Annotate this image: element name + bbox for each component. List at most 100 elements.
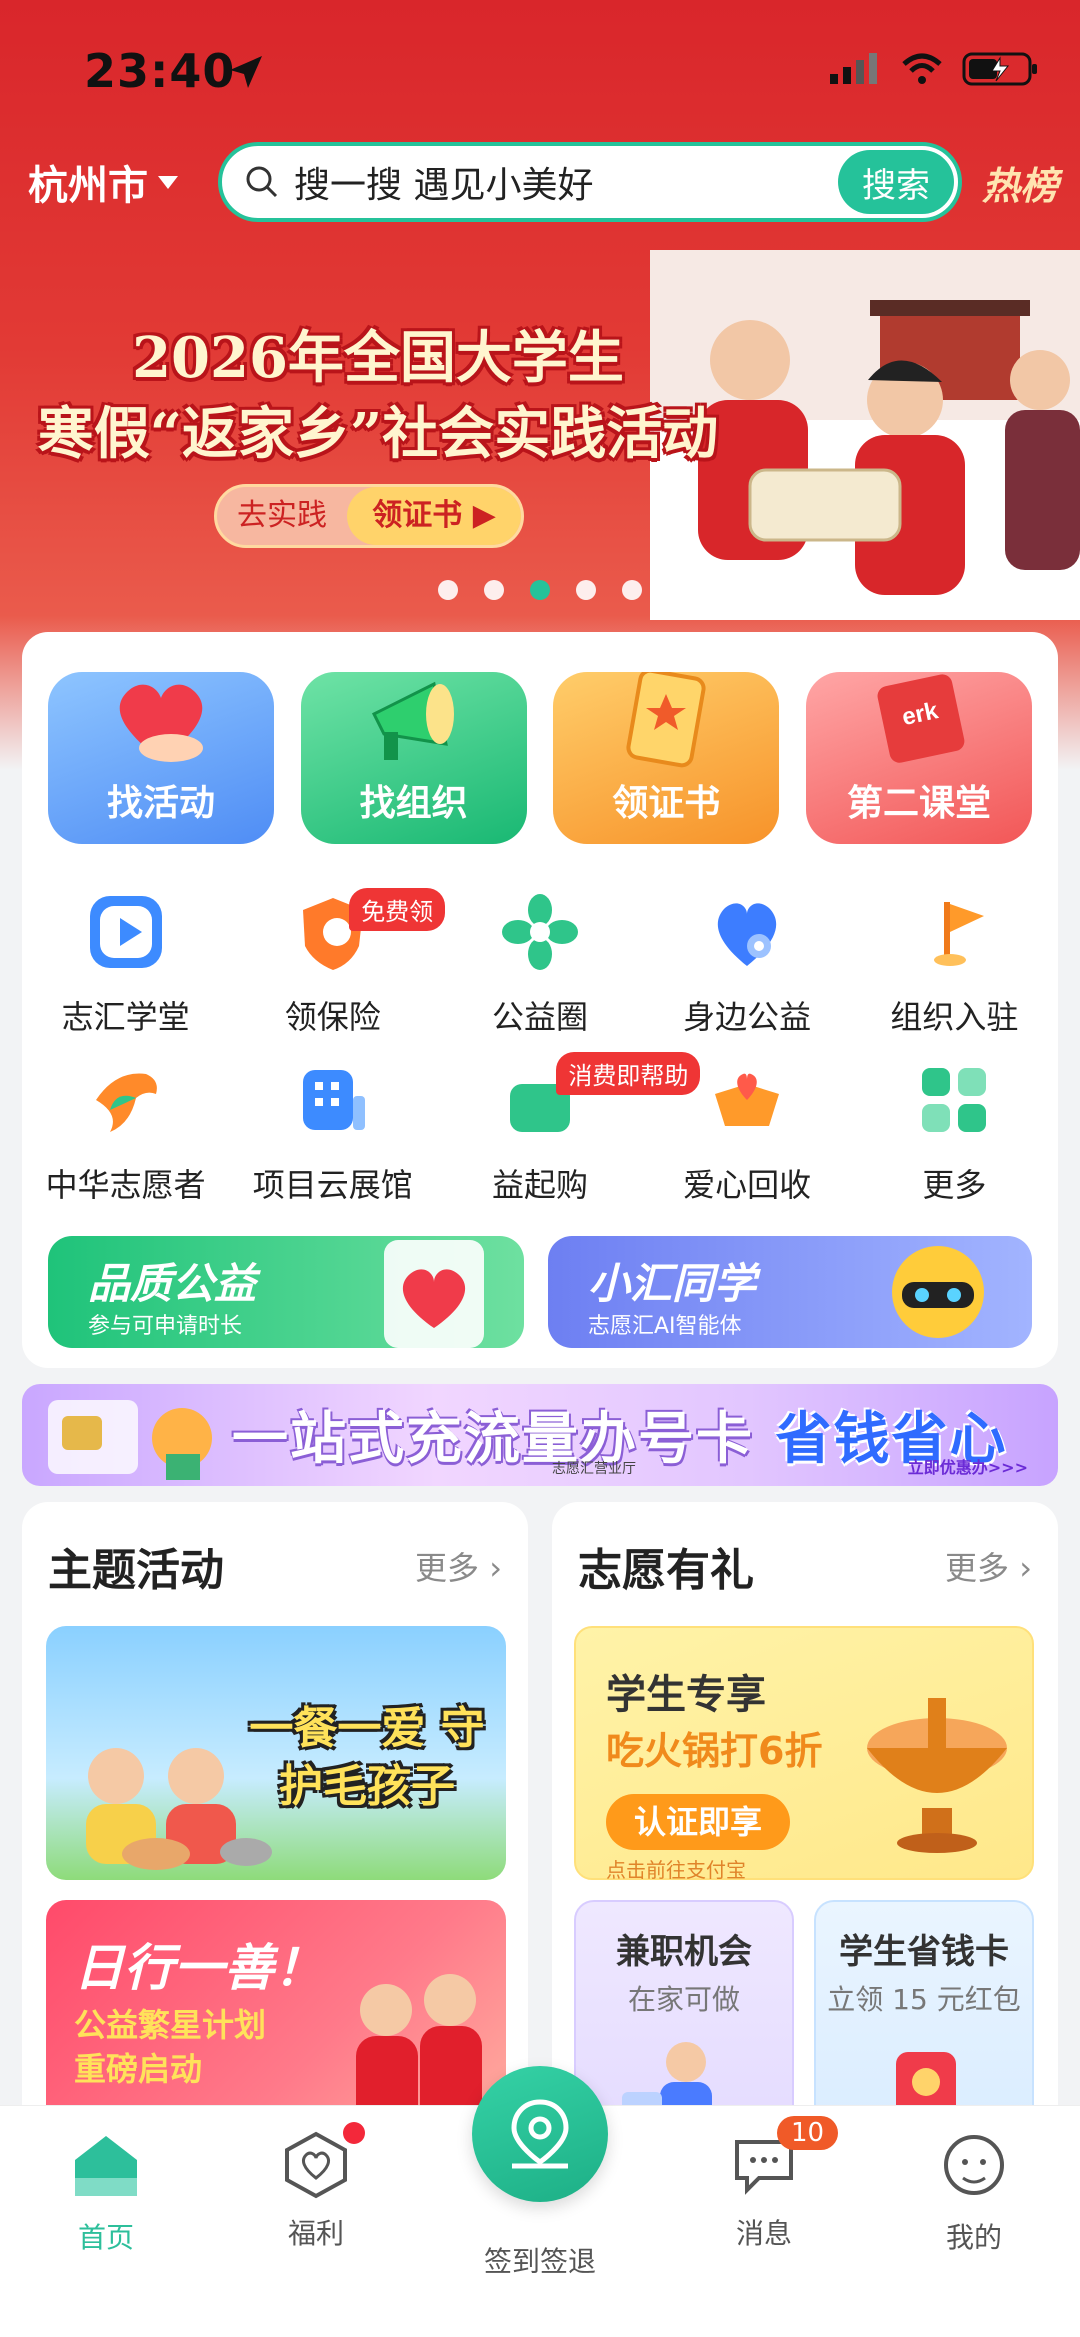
promo-subtitle: 参与可申请时长 — [88, 1314, 243, 1339]
grid-item-recycle[interactable]: 爱心回收 — [644, 1060, 851, 1206]
more-link[interactable]: 更多 › — [945, 1543, 1032, 1589]
grid-item-project-gallery[interactable]: 项目云展馆 — [229, 1060, 436, 1206]
recycle-box-icon — [715, 1073, 780, 1126]
grid-item-label: 领保险 — [284, 998, 381, 1036]
bottom-tab-bar: 首页 福利 签到签退 10 消息 我的 — [0, 2066, 1080, 2337]
tab-label: 福利 — [287, 2217, 344, 2250]
check-in-label: 签到签退 — [483, 2245, 596, 2278]
home-icon — [75, 2136, 137, 2196]
status-icons — [828, 50, 1040, 88]
themed-activities-section: 主题活动 更多 › 一餐一爱 守护毛孩子 日行一善！ 公益繁星计划 重磅启动 — [22, 1502, 528, 2142]
banner-dot[interactable] — [438, 580, 458, 600]
search-placeholder: 搜一搜 遇见小美好 — [294, 165, 594, 206]
grid-item-insurance[interactable]: 免费领 领保险 — [229, 888, 446, 1038]
tile-label: 第二课堂 — [846, 783, 991, 824]
status-time: 23:40 — [84, 44, 236, 98]
free-badge: 免费领 — [349, 888, 446, 931]
promo-subtitle: 志愿汇AI智能体 — [588, 1314, 742, 1339]
ai-mascot-icon — [892, 1246, 984, 1338]
top-bar: 杭州市 搜一搜 遇见小美好 搜索 热榜 — [28, 140, 1058, 224]
grid-item-charity-circle[interactable]: 公益圈 — [436, 892, 643, 1038]
sim-card-icon — [48, 1400, 212, 1480]
building-icon — [302, 1070, 365, 1130]
tile-second-classroom[interactable]: erk 第二课堂 — [805, 672, 1032, 844]
section-title: 主题活动 — [48, 1545, 224, 1596]
banner-cta-certificate-label: 领证书 — [372, 498, 463, 533]
more-link[interactable]: 更多 › — [415, 1543, 502, 1589]
hot-list-link[interactable]: 热榜 — [982, 155, 1058, 210]
quality-charity-card[interactable]: 品质公益 参与可申请时长 — [48, 1236, 524, 1348]
section-header: 志愿有礼 更多 › — [578, 1534, 1032, 1598]
ad-org: 志愿汇营业厅 — [552, 1461, 636, 1477]
wifi-icon — [902, 53, 942, 84]
grid-item-nearby-charity[interactable]: 身边公益 — [644, 892, 851, 1038]
heart-mascot-icon — [384, 1240, 484, 1348]
banner-dot-active[interactable] — [530, 580, 550, 600]
heart-shield-icon — [285, 2131, 347, 2199]
search-button[interactable]: 搜索 — [837, 150, 954, 214]
ai-assistant-card[interactable]: 小汇同学 志愿汇AI智能体 — [548, 1236, 1032, 1348]
grid-item-org-join[interactable]: 组织入驻 — [851, 892, 1058, 1038]
banner-cta-certificate[interactable]: 领证书 ▶ — [347, 487, 521, 545]
grid-item-label: 身边公益 — [683, 998, 812, 1036]
unread-count-badge: 10 — [777, 2116, 839, 2150]
volunteer-gifts-section: 志愿有礼 更多 › 学生专享 吃火锅打6折 认证即享 点击前往支付宝 兼职机会 … — [552, 1502, 1058, 2142]
daily-good-title: 日行一善！ — [74, 1939, 324, 1997]
daily-good-line3: 重磅启动 — [74, 2050, 203, 2088]
banner-cta[interactable]: 去实践 领证书 ▶ — [214, 484, 524, 548]
ad-banner-sim-card[interactable]: 一站式充流量办号卡 省钱省心 志愿汇营业厅 立即优惠办>>> — [22, 1384, 1058, 1486]
ad-text-main: 一站式充流量办号卡 — [232, 1407, 776, 1472]
tab-welfare[interactable]: 福利 — [236, 2122, 396, 2252]
grid-item-label: 爱心回收 — [683, 1166, 812, 1204]
play-icon — [89, 896, 162, 968]
grid-item-label: 中华志愿者 — [45, 1166, 206, 1204]
section-title: 志愿有礼 — [578, 1545, 754, 1596]
verify-button[interactable]: 认证即享 — [606, 1794, 790, 1850]
grid-item-label: 组织入驻 — [890, 998, 1019, 1036]
promo-title: 品质公益 — [88, 1259, 257, 1308]
activity-card-pet[interactable]: 一餐一爱 守护毛孩子 — [46, 1626, 506, 1880]
student-hotpot-card[interactable]: 学生专享 吃火锅打6折 认证即享 点击前往支付宝 — [574, 1626, 1034, 1882]
grid-item-label: 公益圈 — [491, 998, 588, 1036]
banner-title-line2: 寒假“返家乡”社会实践活动 — [37, 401, 719, 467]
grid-item-label: 益起购 — [491, 1166, 588, 1204]
grid-item-academy[interactable]: 志汇学堂 — [22, 892, 229, 1038]
grid-item-china-volunteer[interactable]: 中华志愿者 — [22, 1060, 229, 1206]
check-in-button[interactable] — [472, 2066, 608, 2202]
tab-label: 消息 — [735, 2217, 792, 2250]
heart-hand-icon — [119, 684, 203, 762]
banner-cta-practice[interactable]: 去实践 — [217, 487, 347, 545]
tab-label: 首页 — [77, 2221, 134, 2254]
flag-icon — [934, 902, 985, 966]
tab-home[interactable]: 首页 — [26, 2130, 186, 2256]
pet-card-title: 一餐一爱 守护毛孩子 — [249, 1703, 485, 1812]
grid-item-more[interactable]: 更多 — [851, 1060, 1058, 1206]
tile-find-organization[interactable]: 找组织 — [300, 672, 527, 844]
section-header: 主题活动 更多 › — [48, 1534, 502, 1598]
savings-title: 学生省钱卡 — [839, 1932, 1009, 1972]
book-icon: erk — [877, 674, 965, 763]
notification-dot — [343, 2122, 365, 2144]
city-selector[interactable]: 杭州市 — [28, 153, 218, 211]
tab-mine[interactable]: 我的 — [894, 2130, 1054, 2256]
savings-subtitle: 立领 15 元红包 — [827, 1983, 1021, 2016]
more-label: 更多 — [945, 1549, 1010, 1587]
certificate-icon — [626, 672, 706, 768]
ad-more-link[interactable]: 立即优惠办>>> — [908, 1454, 1028, 1478]
search-input[interactable]: 搜一搜 遇见小美好 搜索 — [218, 142, 962, 222]
megaphone-icon — [371, 681, 454, 760]
service-grid-row-2: 中华志愿者 项目云展馆 消费即帮助 益起购 爱心回收 更多 — [22, 1052, 1058, 1206]
banner-dot[interactable] — [484, 580, 504, 600]
location-pin-icon — [511, 2099, 569, 2169]
hero-banner[interactable]: 2026年全国大学生 寒假“返家乡”社会实践活动 去实践 领证书 ▶ — [0, 250, 1080, 620]
banner-dot[interactable] — [576, 580, 596, 600]
banner-dot[interactable] — [622, 580, 642, 600]
grid-item-shopping[interactable]: 消费即帮助 益起购 — [436, 1052, 701, 1206]
tile-get-certificate[interactable]: 领证书 — [553, 672, 780, 844]
grid-item-label: 志汇学堂 — [61, 998, 190, 1036]
hotpot-icon — [867, 1698, 1007, 1853]
services-card: 找活动 找组织 领证书 erk 第二课堂 志汇学堂 免费领 领保险 公益圈 身边… — [22, 632, 1058, 1368]
service-grid-row-1: 志汇学堂 免费领 领保险 公益圈 身边公益 组织入驻 — [22, 888, 1058, 1038]
tile-find-activity[interactable]: 找活动 — [48, 672, 274, 844]
tab-messages[interactable]: 10 消息 — [684, 2116, 844, 2252]
